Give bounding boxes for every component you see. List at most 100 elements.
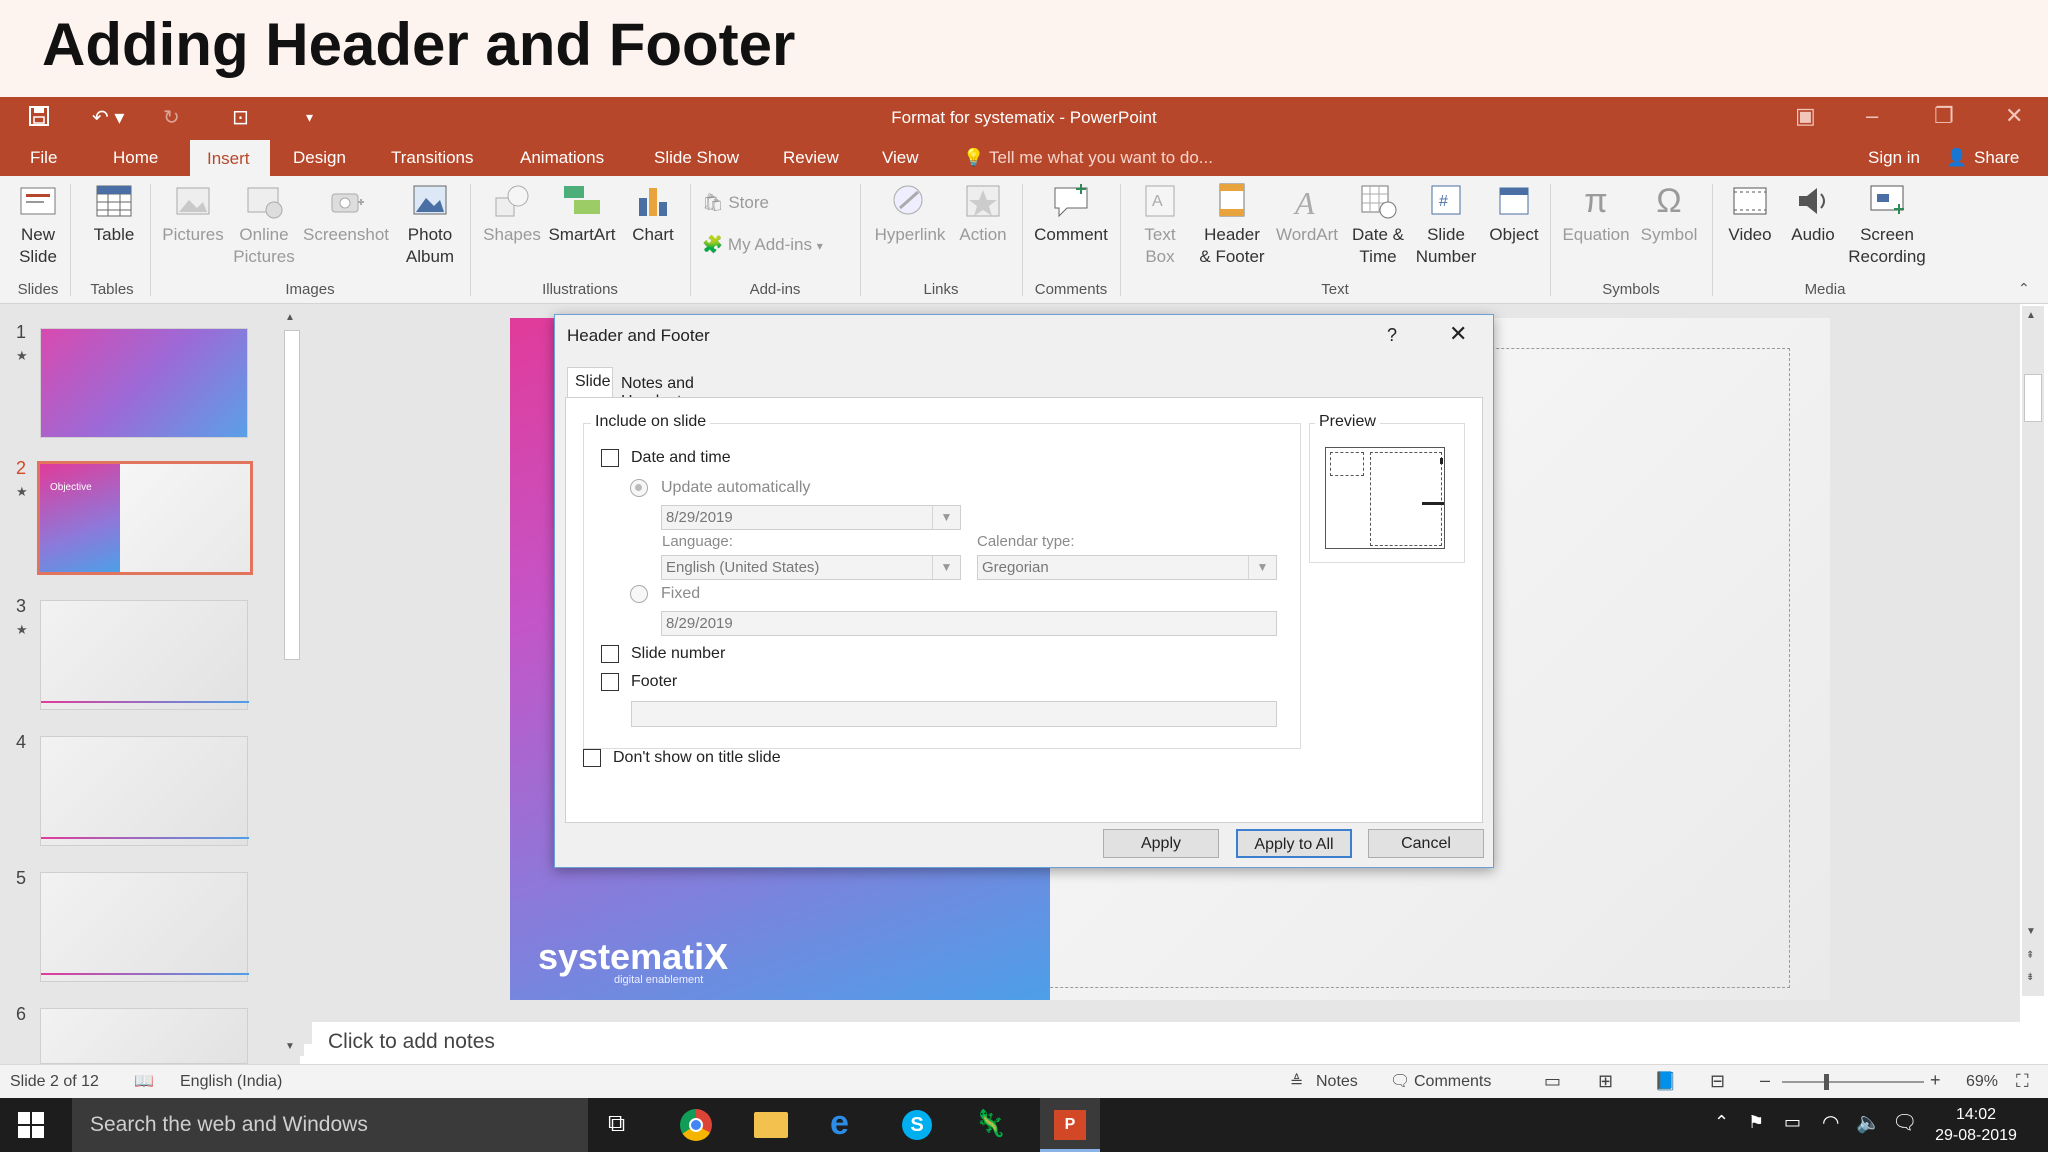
ribbon-display-options-icon[interactable]: ▣	[1795, 103, 1816, 129]
fixed-radio[interactable]	[630, 585, 648, 603]
share-button[interactable]: Share	[1974, 148, 2019, 168]
notes-pane[interactable]: Click to add notes	[312, 1022, 2032, 1064]
slide-number-checkbox[interactable]	[601, 645, 619, 663]
notes-toggle[interactable]: Notes	[1316, 1073, 1358, 1091]
shapes-button[interactable]: Shapes	[480, 182, 544, 246]
taskbar-clock[interactable]: 14:02 29-08-2019	[1930, 1104, 2022, 1146]
edge-icon[interactable]: e	[830, 1104, 849, 1143]
wifi-icon[interactable]: ◠	[1822, 1110, 1839, 1135]
normal-view-icon[interactable]: ▭	[1544, 1071, 1561, 1092]
tab-animations[interactable]: Animations	[520, 148, 604, 168]
slide-thumbnail-1[interactable]	[40, 328, 248, 438]
apply-button[interactable]: Apply	[1103, 829, 1219, 858]
taskbar-search-box[interactable]: Search the web and Windows	[72, 1098, 588, 1152]
previous-slide-icon[interactable]: ⇞	[2026, 950, 2034, 961]
pictures-button[interactable]: Pictures	[158, 182, 228, 246]
close-window-icon[interactable]: ✕	[2005, 103, 2023, 129]
tell-me-box[interactable]: Tell me what you want to do...	[989, 148, 1213, 168]
my-addins-button[interactable]: 🧩 My Add-ins ▾	[702, 234, 852, 257]
slide-sorter-icon[interactable]: ⊞	[1598, 1071, 1613, 1092]
photo-album-button[interactable]: Photo Album	[398, 182, 462, 268]
app-icon[interactable]: 🦎	[974, 1108, 1006, 1139]
battery-icon[interactable]: ▭	[1784, 1112, 1801, 1133]
windows-start-icon[interactable]	[18, 1112, 44, 1143]
tab-home[interactable]: Home	[113, 148, 158, 168]
footer-text-input[interactable]	[631, 701, 1277, 727]
new-slide-button[interactable]: New Slide	[10, 182, 66, 268]
fixed-date-input[interactable]: 8/29/2019	[661, 611, 1277, 636]
update-automatically-radio[interactable]	[630, 479, 648, 497]
date-format-select[interactable]: 8/29/2019 ▼	[661, 505, 961, 530]
date-time-button[interactable]: Date & Time	[1342, 182, 1414, 268]
tab-slide[interactable]: Slide	[567, 367, 613, 397]
zoom-in-icon[interactable]: +	[1930, 1070, 1941, 1091]
fit-to-window-icon[interactable]: ⛶	[2016, 1071, 2029, 1092]
video-button[interactable]: Video	[1720, 182, 1780, 246]
calendar-type-select[interactable]: Gregorian ▼	[977, 555, 1277, 580]
slide-thumbnail-3[interactable]	[40, 600, 249, 710]
show-hidden-icons-icon[interactable]: ⌃	[1714, 1112, 1729, 1133]
screenshot-button[interactable]: Screenshot	[300, 182, 392, 246]
symbol-button[interactable]: Ω Symbol	[1634, 182, 1704, 246]
collapse-ribbon-icon[interactable]: ⌃	[2018, 280, 2030, 297]
action-button[interactable]: Action	[954, 182, 1012, 246]
tab-slide-show[interactable]: Slide Show	[654, 148, 739, 168]
slide-thumbnail-4[interactable]	[40, 736, 249, 846]
apply-to-all-button[interactable]: Apply to All	[1236, 829, 1352, 858]
tab-transitions[interactable]: Transitions	[391, 148, 474, 168]
comment-button[interactable]: Comment	[1030, 182, 1112, 246]
file-explorer-icon[interactable]	[754, 1112, 788, 1138]
equation-button[interactable]: π Equation	[1558, 182, 1634, 246]
dont-show-title-checkbox[interactable]	[583, 749, 601, 767]
comments-toggle[interactable]: Comments	[1414, 1073, 1491, 1091]
tab-notes-handouts[interactable]: Notes and Handouts	[615, 371, 755, 410]
store-button[interactable]: 🛍 Store	[702, 192, 792, 214]
slide-number-button[interactable]: # Slide Number	[1410, 182, 1482, 268]
chart-button[interactable]: Chart	[626, 182, 680, 246]
sign-in-link[interactable]: Sign in	[1868, 148, 1920, 168]
header-footer-button[interactable]: Header & Footer	[1192, 182, 1272, 268]
smartart-button[interactable]: SmartArt	[546, 182, 618, 246]
zoom-slider[interactable]	[1782, 1074, 1924, 1090]
slide-thumbnail-6[interactable]	[40, 1008, 248, 1064]
online-pictures-button[interactable]: Online Pictures	[232, 182, 296, 268]
volume-icon[interactable]: 🔈	[1856, 1110, 1881, 1135]
audio-button[interactable]: Audio	[1782, 182, 1844, 246]
tab-insert[interactable]: Insert	[190, 140, 270, 177]
close-dialog-icon[interactable]: ✕	[1449, 321, 1467, 347]
language-status[interactable]: English (India)	[180, 1073, 282, 1091]
footer-checkbox[interactable]	[601, 673, 619, 691]
next-slide-icon[interactable]: ⇟	[2026, 972, 2034, 983]
restore-icon[interactable]: ❐	[1934, 103, 1954, 129]
zoom-level[interactable]: 69%	[1966, 1073, 1998, 1091]
flag-icon[interactable]: ⚑	[1748, 1112, 1764, 1133]
tab-design[interactable]: Design	[293, 148, 346, 168]
action-center-icon[interactable]: 🗨	[1892, 1110, 1917, 1135]
tab-file[interactable]: File	[30, 148, 57, 168]
date-time-checkbox[interactable]	[601, 449, 619, 467]
skype-icon[interactable]: S	[902, 1110, 932, 1140]
editor-scrollbar-thumb[interactable]	[2024, 374, 2042, 422]
help-button[interactable]: ?	[1387, 325, 1397, 346]
language-select[interactable]: English (United States) ▼	[661, 555, 961, 580]
object-button[interactable]: Object	[1484, 182, 1544, 246]
tab-review[interactable]: Review	[783, 148, 839, 168]
table-button[interactable]: Table	[84, 182, 144, 246]
editor-scrollbar[interactable]: ▲ ▼ ⇞ ⇟	[2022, 306, 2044, 996]
powerpoint-taskbar-button[interactable]: P	[1040, 1098, 1100, 1152]
scrollbar-thumb[interactable]	[284, 330, 300, 660]
chrome-icon[interactable]	[680, 1109, 712, 1141]
cancel-button[interactable]: Cancel	[1368, 829, 1484, 858]
text-box-button[interactable]: A Text Box	[1130, 182, 1190, 268]
tab-view[interactable]: View	[882, 148, 919, 168]
screen-recording-button[interactable]: Screen Recording	[1842, 182, 1932, 268]
reading-view-icon[interactable]: 📘	[1654, 1071, 1676, 1092]
zoom-slider-thumb[interactable]	[1824, 1074, 1829, 1090]
task-view-icon[interactable]: ⧉	[608, 1110, 625, 1138]
minimize-icon[interactable]: –	[1866, 103, 1878, 129]
slideshow-icon[interactable]: ⊟	[1710, 1071, 1725, 1092]
hyperlink-button[interactable]: Hyperlink	[868, 182, 952, 246]
spell-check-icon[interactable]: 📖	[134, 1071, 154, 1091]
wordart-button[interactable]: A WordArt	[1268, 182, 1346, 246]
slide-thumbnail-5[interactable]	[40, 872, 249, 982]
